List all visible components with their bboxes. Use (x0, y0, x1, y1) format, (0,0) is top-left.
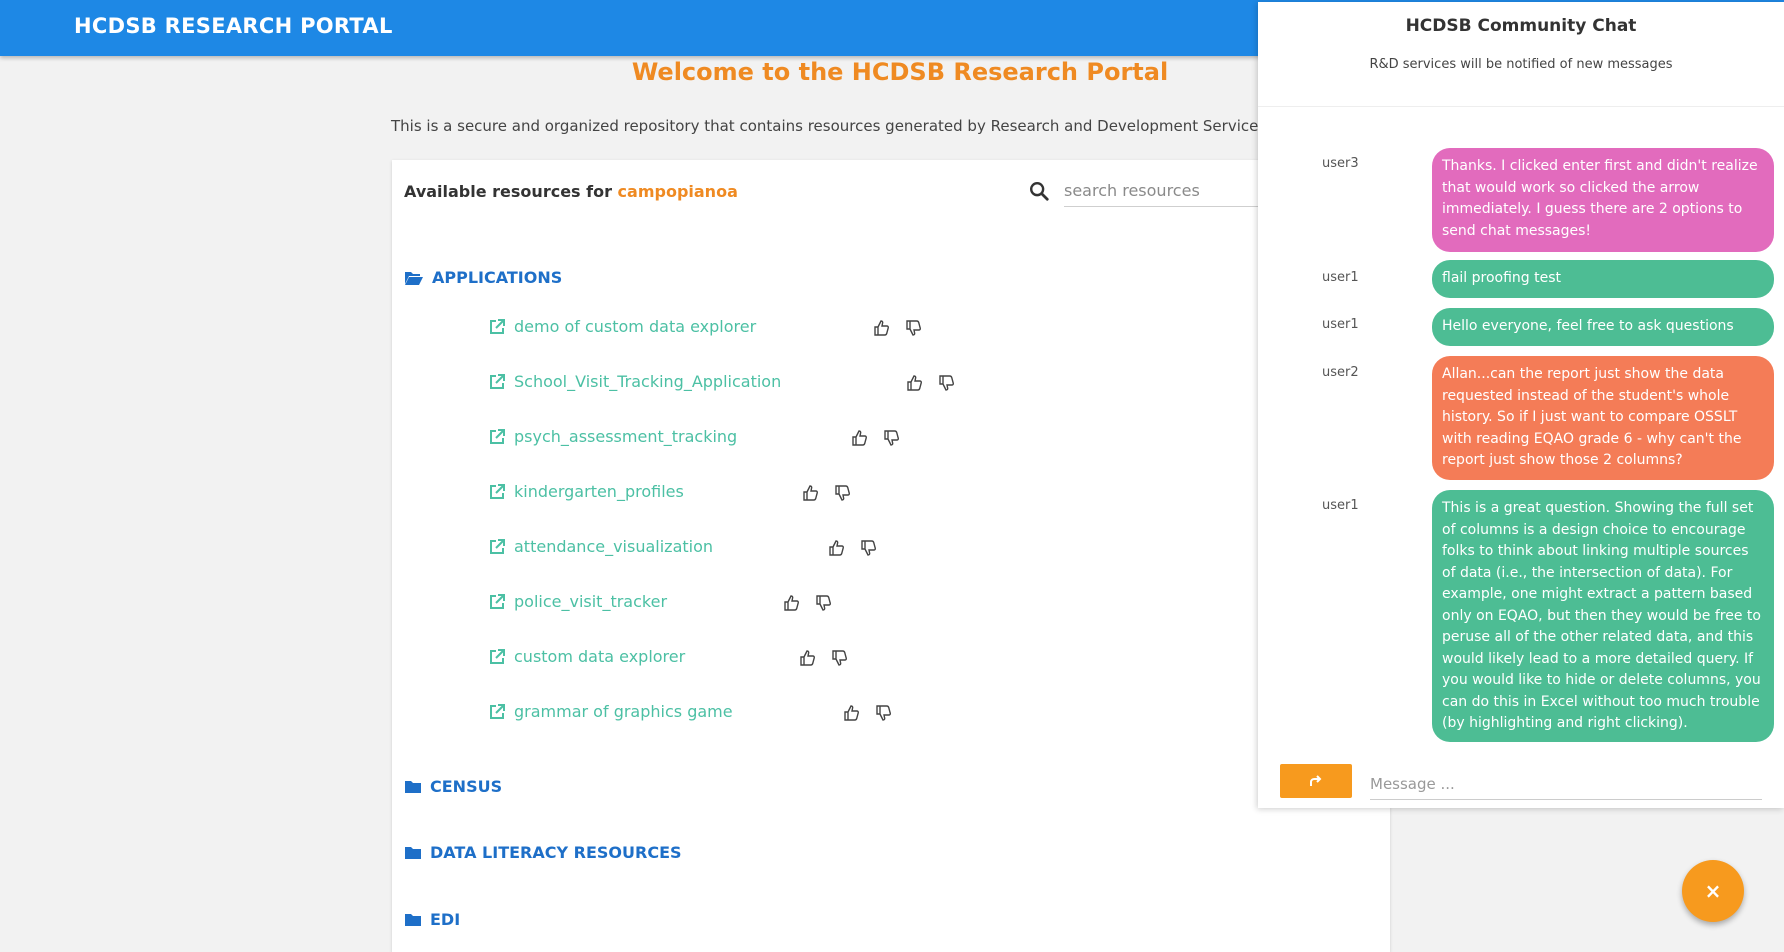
app-link[interactable]: grammar of graphics game (488, 702, 733, 721)
thumbs-down-icon[interactable] (830, 649, 848, 667)
vote-controls (872, 319, 922, 337)
folder-open-icon (405, 271, 423, 285)
search-input[interactable] (1064, 175, 1264, 207)
chat-title: HCDSB Community Chat (1405, 16, 1637, 36)
app-link[interactable]: demo of custom data explorer (488, 317, 756, 336)
thumbs-up-icon[interactable] (798, 649, 816, 667)
thumbs-down-icon[interactable] (882, 429, 900, 447)
thumbs-down-icon[interactable] (859, 539, 877, 557)
folder-icon (405, 847, 421, 859)
message-author: user1 (1322, 498, 1359, 513)
vote-controls (850, 429, 900, 447)
folder-label: CENSUS (430, 777, 503, 796)
send-arrow-icon (1310, 775, 1322, 786)
folder-edi[interactable]: EDI (404, 910, 460, 929)
portal-title[interactable]: HCDSB RESEARCH PORTAL (74, 14, 393, 38)
folder-census[interactable]: CENSUS (404, 777, 502, 796)
chat-message: Thanks. I clicked enter first and didn't… (1432, 148, 1774, 252)
external-link-icon (490, 703, 505, 719)
message-author: user1 (1322, 317, 1359, 332)
community-chat-panel: HCDSB Community Chat R&D services will b… (1258, 2, 1784, 808)
thumbs-up-icon[interactable] (905, 374, 923, 392)
message-author: user1 (1322, 270, 1359, 285)
app-link[interactable]: police_visit_tracker (488, 592, 667, 611)
vote-controls (842, 704, 892, 722)
vote-controls (827, 539, 877, 557)
thumbs-down-icon[interactable] (833, 484, 851, 502)
app-link[interactable]: School_Visit_Tracking_Application (488, 372, 781, 391)
thumbs-up-icon[interactable] (842, 704, 860, 722)
thumbs-down-icon[interactable] (814, 594, 832, 612)
external-link-icon (490, 483, 505, 499)
resources-card: Available resources for campopianoa APPL… (392, 160, 1390, 952)
external-link-icon (490, 538, 505, 554)
message-author: user3 (1322, 156, 1359, 171)
thumbs-down-icon[interactable] (937, 374, 955, 392)
vote-controls (801, 484, 851, 502)
external-link-icon (490, 593, 505, 609)
app-link[interactable]: psych_assessment_tracking (488, 427, 737, 446)
app-label: demo of custom data explorer (514, 317, 757, 336)
vote-controls (905, 374, 955, 392)
username: campopianoa (617, 182, 738, 201)
resources-title: Available resources for campopianoa (404, 182, 738, 201)
thumbs-up-icon[interactable] (872, 319, 890, 337)
external-link-icon (490, 428, 505, 444)
app-label: police_visit_tracker (514, 592, 668, 611)
folder-icon (405, 781, 421, 793)
thumbs-down-icon[interactable] (874, 704, 892, 722)
app-label: kindergarten_profiles (514, 482, 684, 501)
app-link[interactable]: custom data explorer (488, 647, 685, 666)
thumbs-up-icon[interactable] (850, 429, 868, 447)
close-chat-button[interactable]: × (1682, 860, 1744, 922)
send-button[interactable] (1280, 764, 1352, 798)
message-author: user2 (1322, 365, 1359, 380)
intro-text: This is a secure and organized repositor… (391, 117, 1271, 135)
folder-label: DATA LITERACY RESOURCES (430, 843, 682, 862)
folder-data-literacy-resources[interactable]: DATA LITERACY RESOURCES (404, 843, 682, 862)
folder-icon (405, 914, 421, 926)
thumbs-up-icon[interactable] (782, 594, 800, 612)
chat-message: Allan...can the report just show the dat… (1432, 356, 1774, 480)
chat-subtitle: R&D services will be notified of new mes… (1369, 57, 1673, 72)
app-label: custom data explorer (514, 647, 686, 666)
chat-divider (1258, 106, 1784, 107)
search-icon (1030, 182, 1049, 201)
external-link-icon (490, 373, 505, 389)
thumbs-up-icon[interactable] (801, 484, 819, 502)
folder-applications[interactable]: APPLICATIONS (404, 268, 562, 287)
folder-label: EDI (430, 910, 461, 929)
vote-controls (798, 649, 848, 667)
chat-message: This is a great question. Showing the fu… (1432, 490, 1774, 742)
app-label: grammar of graphics game (514, 702, 733, 721)
app-link[interactable]: attendance_visualization (488, 537, 713, 556)
vote-controls (782, 594, 832, 612)
app-label: School_Visit_Tracking_Application (514, 372, 782, 391)
external-link-icon (490, 318, 505, 334)
app-label: attendance_visualization (514, 537, 714, 556)
chat-message: Hello everyone, feel free to ask questio… (1432, 308, 1774, 346)
app-label: psych_assessment_tracking (514, 427, 738, 446)
chat-message: flail proofing test (1432, 260, 1774, 298)
external-link-icon (490, 648, 505, 664)
message-input[interactable] (1370, 768, 1762, 800)
thumbs-down-icon[interactable] (904, 319, 922, 337)
app-link[interactable]: kindergarten_profiles (488, 482, 684, 501)
folder-label: APPLICATIONS (432, 268, 563, 287)
thumbs-up-icon[interactable] (827, 539, 845, 557)
